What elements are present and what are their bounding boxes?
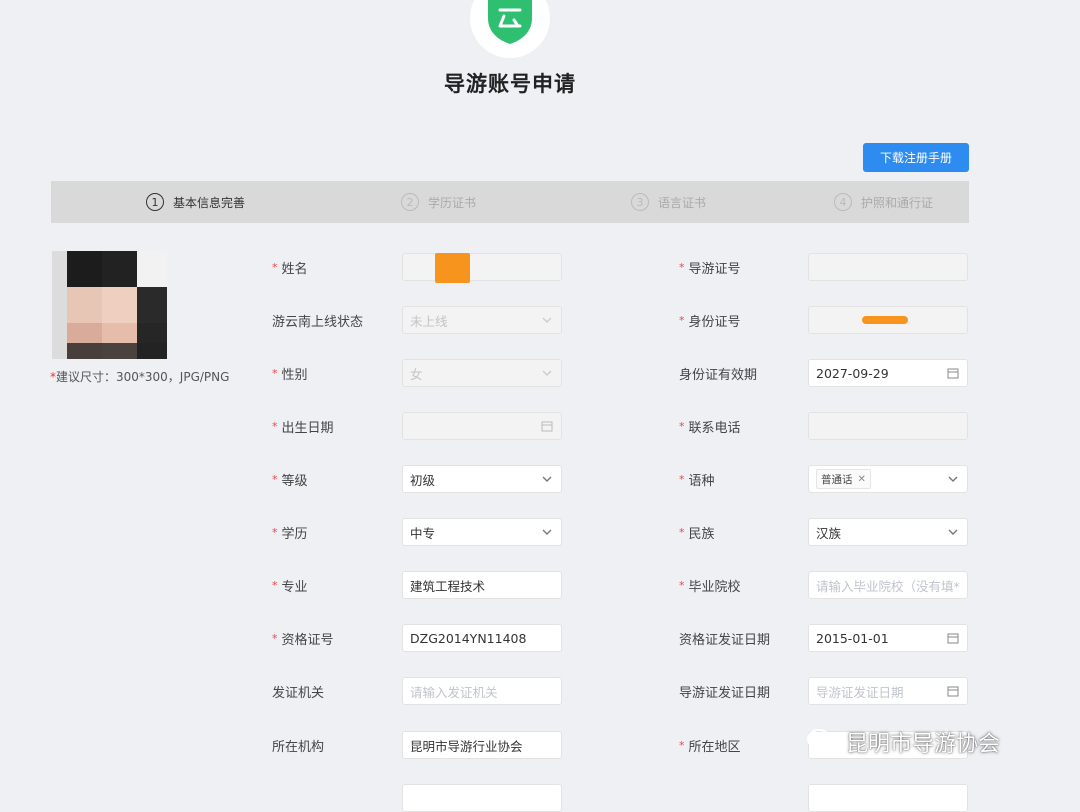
steps-bar: 1 基本信息完善 2 学历证书 3 语言证书 4 护照和通行证 (51, 181, 969, 223)
organization-label: 所在机构 (272, 739, 325, 755)
required-mark: * (679, 525, 685, 539)
school-input[interactable]: 请输入毕业院校（没有填* (808, 571, 968, 599)
redaction-mark (435, 253, 470, 283)
chevron-down-icon (540, 472, 554, 486)
gender-label: * 性别 (272, 366, 308, 383)
required-mark: * (272, 631, 278, 645)
id-validity-picker[interactable]: 2027-09-29 (808, 359, 968, 387)
step-number: 4 (834, 193, 852, 211)
major-label: * 专业 (272, 578, 308, 595)
qual-issue-date-picker[interactable]: 2015-01-01 (808, 624, 968, 652)
major-input[interactable]: 建筑工程技术 (402, 571, 562, 599)
required-mark: * (679, 472, 685, 486)
name-field[interactable] (402, 253, 562, 281)
next-row-field[interactable] (402, 784, 562, 812)
calendar-icon (946, 631, 960, 645)
page-title: 导游账号申请 (444, 72, 576, 96)
issuing-authority-label: 发证机关 (272, 685, 325, 701)
ethnicity-select[interactable]: 汉族 (808, 518, 968, 546)
step-number: 1 (146, 193, 164, 211)
chevron-down-icon (946, 525, 960, 539)
birth-date-label: * 出生日期 (272, 419, 334, 436)
step-label: 语言证书 (658, 195, 707, 210)
gender-select[interactable]: 女 (402, 359, 562, 387)
required-mark: * (679, 578, 685, 592)
required-mark: * (272, 260, 278, 274)
step-number: 2 (401, 193, 419, 211)
required-mark: * (679, 313, 685, 327)
avatar-upload[interactable] (52, 251, 167, 359)
required-mark: * (679, 260, 685, 274)
education-label: * 学历 (272, 525, 308, 542)
step-label: 学历证书 (428, 195, 477, 210)
online-status-label: 游云南上线状态 (272, 314, 364, 330)
required-mark: * (272, 578, 278, 592)
step-label: 基本信息完善 (173, 195, 246, 210)
shield-cloud-icon (488, 0, 532, 44)
calendar-icon (946, 684, 960, 698)
required-mark: * (272, 525, 278, 539)
step-education-cert[interactable]: 2 学历证书 (401, 181, 476, 223)
wechat-watermark: 昆明市导游协会 (806, 722, 1000, 762)
ethnicity-label: * 民族 (679, 525, 715, 542)
level-label: * 等级 (272, 472, 308, 489)
education-select[interactable]: 中专 (402, 518, 562, 546)
phone-label: * 联系电话 (679, 419, 741, 436)
birth-date-picker[interactable] (402, 412, 562, 440)
step-language-cert[interactable]: 3 语言证书 (631, 181, 706, 223)
calendar-icon (946, 366, 960, 380)
required-mark: * (272, 472, 278, 486)
guide-cert-no-input[interactable] (808, 253, 968, 281)
required-mark: * (272, 366, 278, 380)
next-row-field[interactable] (808, 784, 968, 812)
redaction-mark (862, 316, 908, 324)
wechat-icon (807, 729, 839, 755)
chevron-down-icon (540, 313, 554, 327)
name-label: * 姓名 (272, 260, 308, 277)
issuing-authority-input[interactable]: 请输入发证机关 (402, 677, 562, 705)
avatar-size-hint: *建议尺寸：300*300，JPG/PNG (50, 370, 230, 384)
chevron-down-icon (540, 525, 554, 539)
step-label: 护照和通行证 (861, 195, 934, 210)
guide-issue-date-label: 导游证发证日期 (679, 685, 771, 701)
chevron-down-icon (946, 472, 960, 486)
chevron-down-icon (540, 366, 554, 380)
region-label: * 所在地区 (679, 738, 741, 755)
qualification-no-input[interactable]: DZG2014YN11408 (402, 624, 562, 652)
id-validity-label: 身份证有效期 (679, 367, 758, 383)
online-status-select[interactable]: 未上线 (402, 306, 562, 334)
guide-issue-date-picker[interactable]: 导游证发证日期 (808, 677, 968, 705)
organization-input[interactable]: 昆明市导游行业协会 (402, 731, 562, 759)
app-logo (470, 0, 550, 58)
level-select[interactable]: 初级 (402, 465, 562, 493)
close-icon[interactable]: ✕ (858, 474, 866, 485)
qualification-no-label: * 资格证号 (272, 631, 334, 648)
language-tag: 普通话 ✕ (816, 469, 871, 489)
guide-cert-no-label: * 导游证号 (679, 260, 741, 277)
required-mark: * (679, 419, 685, 433)
id-no-label: * 身份证号 (679, 313, 741, 330)
phone-input[interactable] (808, 412, 968, 440)
step-basic-info[interactable]: 1 基本信息完善 (146, 181, 245, 223)
school-label: * 毕业院校 (679, 578, 741, 595)
step-passport-permit[interactable]: 4 护照和通行证 (834, 181, 933, 223)
required-mark: * (679, 738, 685, 752)
step-number: 3 (631, 193, 649, 211)
calendar-icon (540, 419, 554, 433)
required-mark: * (272, 419, 278, 433)
qual-issue-date-label: 资格证发证日期 (679, 632, 771, 648)
language-label: * 语种 (679, 472, 715, 489)
language-multiselect[interactable]: 普通话 ✕ (808, 465, 968, 493)
download-manual-button[interactable]: 下载注册手册 (863, 143, 969, 172)
